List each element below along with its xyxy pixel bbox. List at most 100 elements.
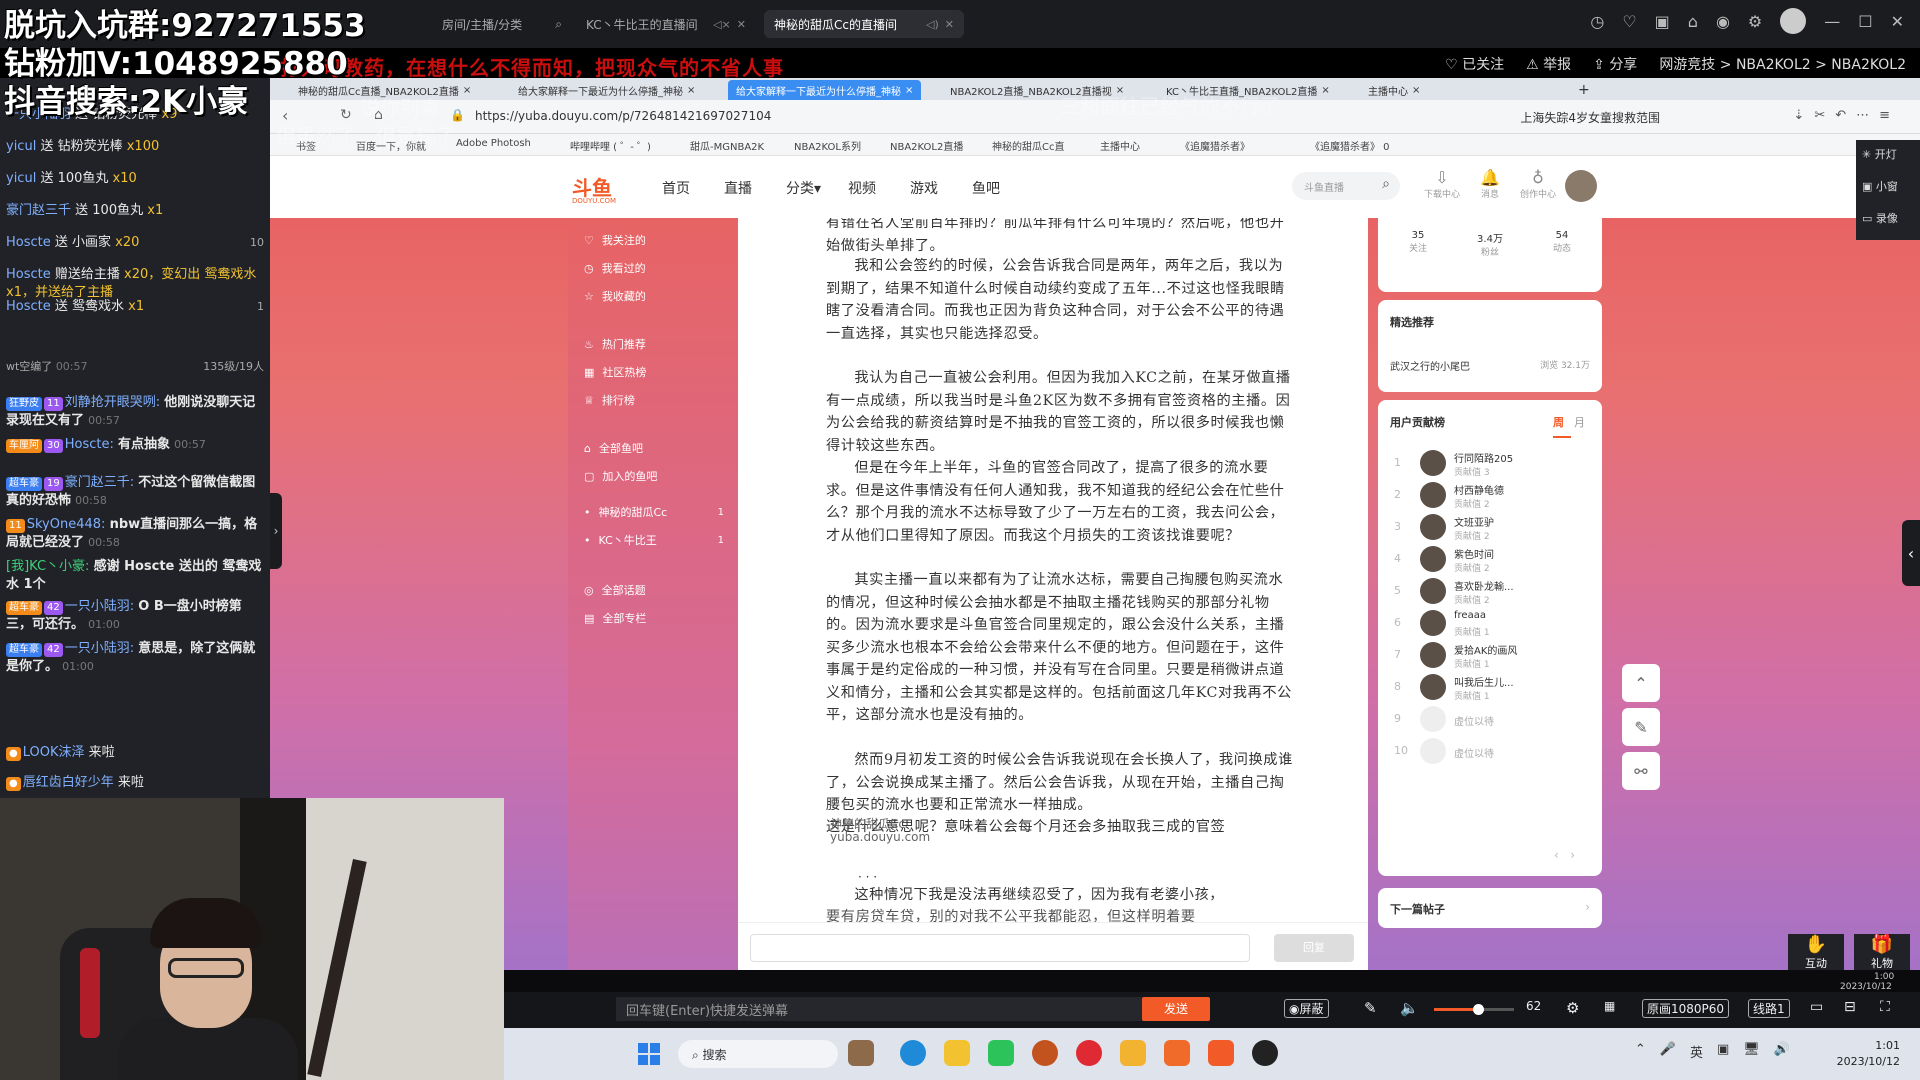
report-button[interactable]: ⚠ 举报 — [1526, 54, 1571, 74]
chat-username[interactable]: 豪门赵三千 — [6, 203, 71, 218]
windows-start-icon[interactable] — [638, 1043, 660, 1065]
chat-username[interactable]: Hoscte — [6, 235, 51, 250]
rank-row[interactable]: 7 爱拾AK的画风 贡献值 1 — [1390, 640, 1590, 672]
nav-item-history[interactable]: ◷ 我看过的 — [584, 260, 724, 276]
browser-tab[interactable]: 主播中心 × — [1360, 80, 1428, 100]
close-icon[interactable]: ✕ — [945, 18, 954, 31]
chat-username[interactable]: 刘静抢开眼哭咧: — [65, 395, 160, 410]
taskbar-app[interactable] — [848, 1040, 874, 1066]
nav-item-hot[interactable]: ♨ 热门推荐 — [584, 336, 724, 352]
chat-username[interactable]: Hoscte — [6, 267, 51, 282]
light-toggle[interactable]: ✳ 开灯 — [1862, 146, 1897, 162]
url-field[interactable]: https://yuba.douyu.com/p/726481421697027… — [475, 109, 771, 123]
chat-username[interactable]: Hoscte — [6, 299, 51, 314]
taskbar-clock[interactable]: 1:01 2023/10/12 — [1837, 1038, 1900, 1070]
stat-fans[interactable]: 3.4万 粉丝 — [1460, 230, 1520, 258]
message-icon[interactable]: ◉ — [1716, 12, 1730, 34]
tab-month[interactable]: 月 — [1574, 414, 1585, 430]
nav-item-topics[interactable]: ◎ 全部话题 — [584, 582, 724, 598]
chat-username[interactable]: 一只小陆羽: — [65, 599, 134, 614]
bookmark-item[interactable]: 《追魔猎杀者》 — [1180, 138, 1250, 153]
close-icon[interactable]: ✕ — [737, 18, 746, 31]
share-button[interactable]: ⇪ 分享 — [1593, 54, 1637, 74]
volume-icon[interactable]: 🔈 — [1400, 999, 1419, 1017]
nav-games[interactable]: 游戏 — [910, 178, 938, 198]
nav-yuba[interactable]: 鱼吧 — [972, 178, 1000, 198]
gift-button[interactable]: 🎁 礼物 — [1854, 934, 1910, 974]
chat-username[interactable]: Hoscte: — [65, 437, 114, 452]
volume-slider[interactable] — [1434, 1004, 1514, 1015]
widescreen-icon[interactable]: ⊟ — [1844, 999, 1856, 1015]
nav-item-joined[interactable]: ▢ 加入的鱼吧 — [584, 468, 724, 484]
edit-button[interactable]: ✎ — [1622, 708, 1660, 746]
scroll-top-button[interactable]: ⌃ — [1622, 664, 1660, 702]
close-icon[interactable]: × — [687, 85, 695, 96]
rank-row[interactable]: 5 喜欢卧龙輸... 贡献值 2 — [1390, 576, 1590, 608]
user-avatar[interactable] — [1780, 8, 1807, 34]
volume-knob[interactable] — [1473, 1004, 1484, 1015]
creator-center[interactable]: ♁ 创作中心 — [1518, 168, 1558, 200]
breadcrumb-item[interactable]: NBA2KOL2 — [1831, 57, 1906, 73]
close-icon[interactable]: × — [905, 85, 913, 96]
taskbar-app[interactable] — [1120, 1040, 1146, 1066]
clock-icon[interactable]: ◷ — [1590, 12, 1604, 34]
bookmark-item[interactable]: 神秘的甜瓜Cc直 — [992, 138, 1064, 153]
screenshot-icon[interactable]: ▦ — [1604, 999, 1615, 1013]
chat-username[interactable]: 一只小陆羽: — [65, 641, 134, 656]
bookmark-item[interactable]: NBA2KOL系列 — [794, 138, 861, 153]
record-button[interactable]: ▭ 录像 — [1862, 210, 1898, 226]
block-danmu-toggle[interactable]: ◉屏蔽 — [1284, 999, 1329, 1018]
bookmark-item[interactable]: 《追魔猎杀者》 0 — [1310, 138, 1390, 153]
reply-button[interactable]: 回复 — [1274, 934, 1354, 962]
network-icon[interactable]: 🖥 — [1743, 1042, 1760, 1061]
bookmark-item[interactable]: 甜瓜-MGNBA2K — [690, 138, 764, 153]
close-icon[interactable]: × — [1321, 85, 1329, 96]
bookmark-item[interactable]: NBA2KOL2直播 — [890, 138, 963, 153]
chat-username[interactable]: 豪门赵三千: — [65, 475, 134, 490]
pip-icon[interactable]: ▭ — [1810, 999, 1823, 1015]
breadcrumb-item[interactable]: 网游竞技 — [1659, 57, 1715, 73]
nav-item-columns[interactable]: ▤ 全部专栏 — [584, 610, 724, 626]
douyu-icon[interactable] — [1208, 1040, 1234, 1066]
browser-tab-active[interactable]: 给大家解释一下最近为什么停播_神秘 × — [728, 80, 922, 100]
close-icon[interactable]: × — [1412, 85, 1420, 96]
breadcrumb-item[interactable]: NBA2KOL2 — [1736, 57, 1811, 73]
line-select[interactable]: 线路1 — [1748, 999, 1790, 1018]
tab-search-room[interactable]: 房间/主播/分类 ⌕ — [432, 10, 572, 38]
mic-icon[interactable]: 🎤 — [1660, 1042, 1676, 1061]
edge-icon[interactable] — [900, 1040, 926, 1066]
minimize-icon[interactable]: — — [1824, 12, 1840, 34]
gear-icon[interactable]: ⚙ — [1566, 999, 1579, 1017]
heart-icon[interactable]: ♡ — [1622, 12, 1636, 34]
search-icon[interactable]: ⌕ — [1382, 176, 1390, 192]
pager-arrows[interactable]: ‹ › — [1554, 848, 1575, 862]
news-search-field[interactable]: 上海失踪4岁女童搜救范围 — [1520, 109, 1660, 126]
maximize-icon[interactable]: ☐ — [1858, 12, 1872, 34]
interact-button[interactable]: ✋ 互动 — [1788, 934, 1844, 974]
rank-row[interactable]: 9 虚位以待 — [1390, 704, 1590, 736]
rank-row[interactable]: 6 freaaa 贡献值 1 — [1390, 608, 1590, 640]
download-center[interactable]: ⇩ 下载中心 — [1422, 168, 1462, 200]
speaker-icon[interactable]: ◁) — [926, 18, 939, 31]
nav-item-all-yuba[interactable]: ⌂ 全部鱼吧 — [584, 440, 724, 456]
rank-row[interactable]: 1 行同陌路205 贡献值 3 — [1390, 448, 1590, 480]
rank-row[interactable]: 8 叫我后生儿... 贡献值 1 — [1390, 672, 1590, 704]
rank-row[interactable]: 2 村西静龟德 贡献值 2 — [1390, 480, 1590, 512]
nav-home[interactable]: 首页 — [662, 178, 690, 198]
close-icon[interactable]: ✕ — [1891, 12, 1904, 34]
stat-posts[interactable]: 54 动态 — [1532, 230, 1592, 254]
ime-indicator[interactable]: 英 — [1690, 1042, 1703, 1061]
nav-item-favorites[interactable]: ☆ 我收藏的 — [584, 288, 724, 304]
avatar[interactable] — [1565, 170, 1597, 202]
nav-item-joined-melon[interactable]: • 神秘的甜瓜Cc 1 — [584, 504, 724, 520]
send-danmu-button[interactable]: 发送 — [1142, 997, 1210, 1021]
nav-category[interactable]: 分类▾ — [786, 178, 821, 198]
taskbar-app[interactable] — [944, 1040, 970, 1066]
nav-live[interactable]: 直播 — [724, 178, 752, 198]
taskbar-app[interactable] — [1164, 1040, 1190, 1066]
danmu-input[interactable]: 回车键(Enter)快捷发送弹幕 — [616, 997, 1146, 1021]
taskbar-app[interactable] — [1252, 1040, 1278, 1066]
rank-row[interactable]: 10 虚位以待 — [1390, 736, 1590, 768]
app-tray-icon[interactable]: ▣ — [1717, 1042, 1729, 1061]
site-search-input[interactable]: 斗鱼直播 ⌕ — [1292, 172, 1400, 200]
